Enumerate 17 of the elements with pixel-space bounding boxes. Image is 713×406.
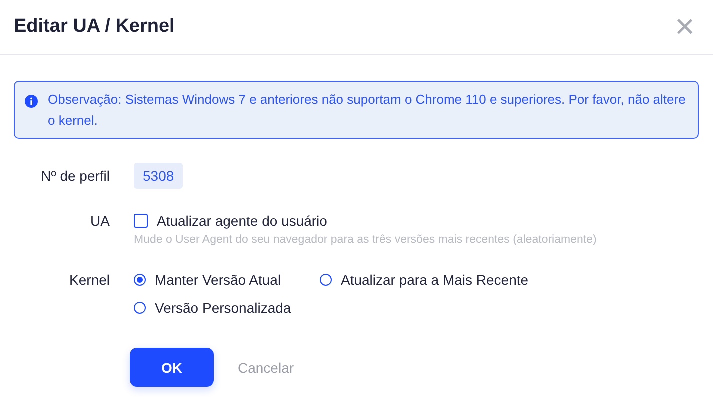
hint-text: Mude o User Agent do seu navegador para as três versões mais recentes (aleatoriamente) [134, 234, 597, 246]
kernel-radio-option[interactable]: Atualizar para a Mais Recente [320, 270, 529, 290]
radio-button[interactable] [320, 274, 332, 286]
field-label: UA [90, 212, 110, 231]
checkbox[interactable] [134, 214, 148, 228]
radio-button[interactable] [134, 274, 146, 286]
dialog-title: Editar UA / Kernel [14, 16, 175, 38]
ua-checkbox[interactable]: Atualizar agente do usuário [134, 211, 597, 231]
field-label: Nº de perfil [40, 168, 110, 184]
radio-button[interactable] [134, 302, 146, 314]
kernel-radio-option[interactable]: Versão Personalizada [134, 298, 320, 318]
profile-number: 5308 [134, 163, 184, 189]
info-icon [25, 95, 38, 108]
notice-text: Observação: Sistemas Windows 7 e anteriores não suportam o Chrome 110 e superiores. Por favor, não altere o kernel. [48, 91, 686, 130]
ok-button[interactable]: OK [130, 348, 214, 387]
field-label: Kernel [68, 271, 110, 290]
kernel-radio-option[interactable]: Manter Versão Atual [134, 270, 320, 290]
